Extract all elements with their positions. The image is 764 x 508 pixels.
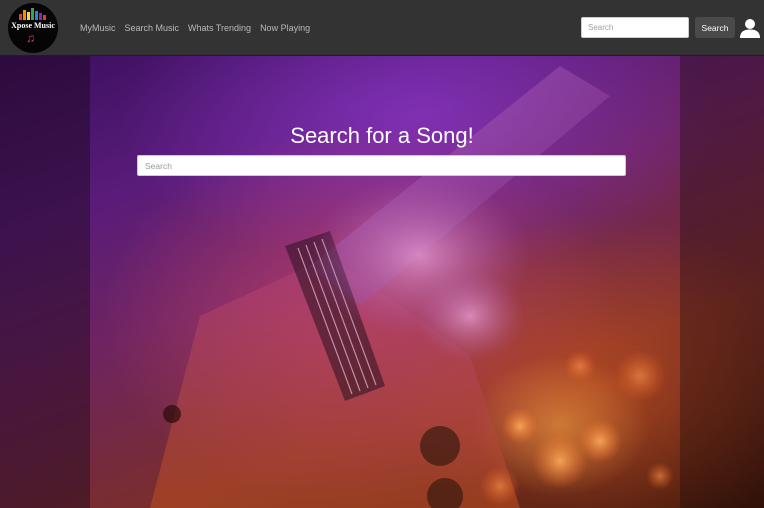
navbar: Xpose Music ♫ MyMusic Search Music Whats…: [0, 0, 764, 56]
music-note-icon: ♫: [26, 31, 35, 45]
brand-logo[interactable]: Xpose Music ♫: [8, 3, 58, 53]
user-icon[interactable]: [740, 18, 760, 38]
song-search-input[interactable]: [137, 155, 626, 176]
brand-name: Xpose Music: [11, 21, 55, 30]
nav-links: MyMusic Search Music Whats Trending Now …: [80, 21, 319, 35]
nav-link-now-playing[interactable]: Now Playing: [260, 21, 310, 35]
hero-title: Search for a Song!: [290, 123, 474, 148]
nav-link-whats-trending[interactable]: Whats Trending: [188, 21, 251, 35]
equalizer-icon: [19, 8, 46, 20]
nav-search-button[interactable]: Search: [695, 17, 735, 38]
nav-link-mymusic[interactable]: MyMusic: [80, 21, 116, 35]
nav-link-search-music[interactable]: Search Music: [125, 21, 180, 35]
nav-search-input[interactable]: [581, 17, 689, 38]
hero-section: Search for a Song!: [0, 56, 764, 508]
